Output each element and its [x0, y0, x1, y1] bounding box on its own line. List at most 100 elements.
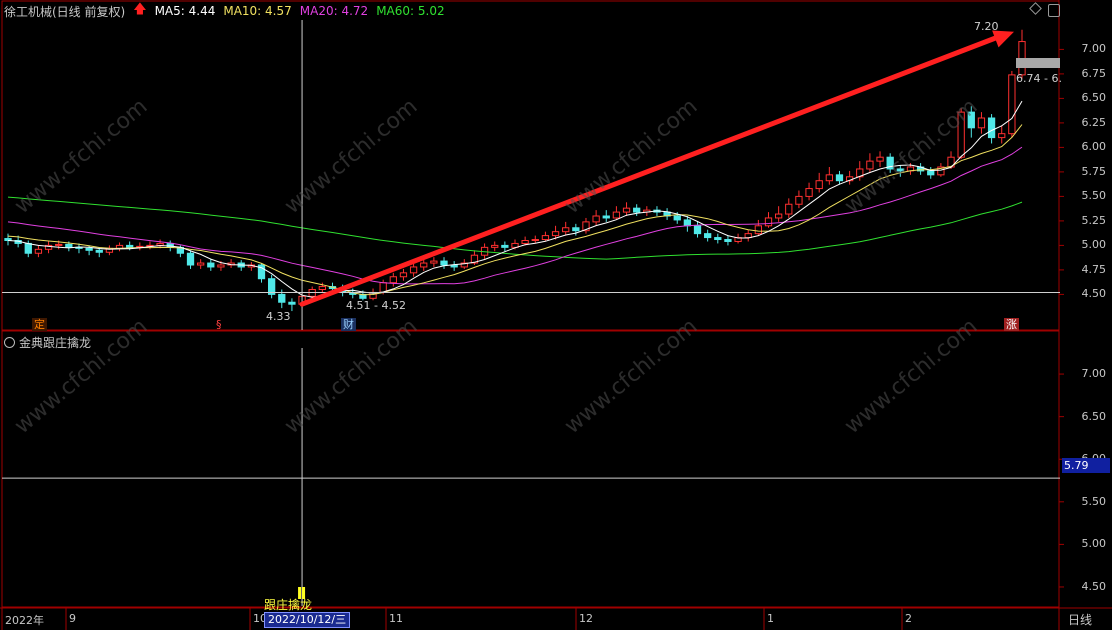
candle	[399, 272, 408, 278]
ma5-line	[7, 100, 1023, 298]
kline-chart[interactable]	[0, 0, 1112, 630]
candle	[987, 117, 996, 139]
candle	[491, 244, 499, 248]
candle	[288, 301, 296, 305]
candle	[541, 235, 550, 241]
candle	[805, 188, 813, 197]
candle	[876, 156, 884, 162]
candle	[785, 203, 793, 215]
candle	[409, 266, 418, 274]
candle	[186, 252, 195, 266]
price-tick: 5.75	[1081, 164, 1107, 178]
candle	[521, 240, 529, 244]
indicator-tick: 4.50	[1081, 579, 1107, 593]
date-tick: 9	[69, 612, 76, 625]
candle	[562, 227, 570, 233]
mark-s[interactable]: §	[214, 318, 224, 331]
candle	[967, 111, 975, 129]
price-tick: 6.50	[1081, 91, 1107, 105]
cursor-date: 2022/10/12/三	[264, 612, 351, 628]
price-tick: 6.25	[1081, 115, 1107, 129]
price-tick: 5.25	[1081, 213, 1107, 227]
date-tick: 1	[767, 612, 774, 625]
candle	[683, 219, 692, 227]
candle	[197, 262, 205, 266]
candle	[318, 286, 326, 290]
candle	[207, 262, 215, 268]
candle	[673, 215, 681, 221]
trend-arrow-head	[992, 30, 1014, 48]
price-highlight-box	[1016, 58, 1060, 68]
indicator-toggle-icon[interactable]	[4, 337, 15, 348]
ma10-label: MA10: 4.57	[223, 4, 292, 18]
price-tick: 6.75	[1081, 66, 1107, 80]
candle	[572, 227, 580, 232]
candle	[764, 217, 773, 227]
chart-header: 徐工机械(日线 前复权) 🡅 MA5: 4.44 MA10: 4.57 MA20…	[4, 2, 445, 20]
price-tick: 5.00	[1081, 238, 1107, 252]
low-price-label: 4.33	[266, 310, 291, 323]
mark-ding[interactable]: 定	[32, 318, 47, 331]
candle	[602, 215, 610, 219]
candle	[592, 215, 600, 223]
candle	[704, 233, 712, 239]
price-tick: 7.00	[1081, 42, 1107, 56]
indicator-header: 金典跟庄擒龙	[4, 334, 91, 351]
date-tick: 12	[579, 612, 593, 625]
candle	[55, 243, 63, 246]
candle	[531, 239, 539, 242]
indicator-title: 金典跟庄擒龙	[19, 336, 92, 350]
chart-toolbar	[1029, 2, 1060, 17]
candle	[24, 242, 32, 254]
window-button-icon[interactable]	[1048, 4, 1060, 17]
price-tick: 6.00	[1081, 140, 1107, 154]
candle	[724, 239, 732, 242]
candle	[977, 117, 986, 129]
candle	[34, 248, 43, 254]
candle	[440, 260, 448, 266]
ma60-label: MA60: 5.02	[376, 4, 445, 18]
date-tick: 2022年	[5, 614, 44, 627]
candle	[998, 133, 1006, 139]
high-range-label: 6.74 - 6.	[1016, 72, 1062, 85]
candle	[815, 180, 823, 190]
indicator-tick: 5.50	[1081, 494, 1107, 508]
ma20-label: MA20: 4.72	[299, 4, 369, 18]
candle	[927, 170, 935, 176]
candle	[126, 244, 134, 248]
date-tick: 2	[905, 612, 912, 625]
candle	[501, 244, 509, 248]
candle	[896, 168, 904, 172]
candle	[957, 111, 965, 158]
indicator-tick: 7.00	[1081, 367, 1107, 381]
candle	[389, 276, 397, 284]
candle	[866, 160, 874, 170]
candle	[430, 260, 438, 264]
mark-zhang[interactable]: 涨	[1004, 318, 1019, 331]
candle	[217, 264, 225, 268]
candle	[551, 231, 560, 237]
diamond-icon[interactable]	[1029, 2, 1042, 15]
date-tick: 11	[389, 612, 403, 625]
period-label[interactable]: 日线	[1068, 611, 1092, 628]
candle	[633, 207, 641, 213]
signal-label: 跟庄擒龙	[264, 598, 313, 612]
candle	[95, 249, 103, 253]
current-value-box: 5.79	[1062, 458, 1110, 473]
stock-title: 徐工机械(日线 前复权)	[4, 4, 126, 19]
candle	[714, 237, 722, 241]
price-tick: 4.50	[1081, 287, 1107, 301]
candle	[835, 174, 844, 182]
up-arrow-icon: 🡅	[133, 2, 147, 17]
candle	[754, 225, 763, 235]
ma5-label: MA5: 4.44	[154, 4, 216, 18]
price-tick: 5.50	[1081, 189, 1107, 203]
mark-cai[interactable]: 财	[341, 318, 356, 331]
indicator-panel-frame	[1, 330, 1060, 608]
candle	[774, 213, 783, 219]
ma60-line	[7, 196, 1023, 260]
candle	[795, 195, 803, 205]
indicator-tick: 5.00	[1081, 537, 1107, 551]
indicator-tick: 6.50	[1081, 409, 1107, 423]
candle	[1008, 74, 1016, 135]
